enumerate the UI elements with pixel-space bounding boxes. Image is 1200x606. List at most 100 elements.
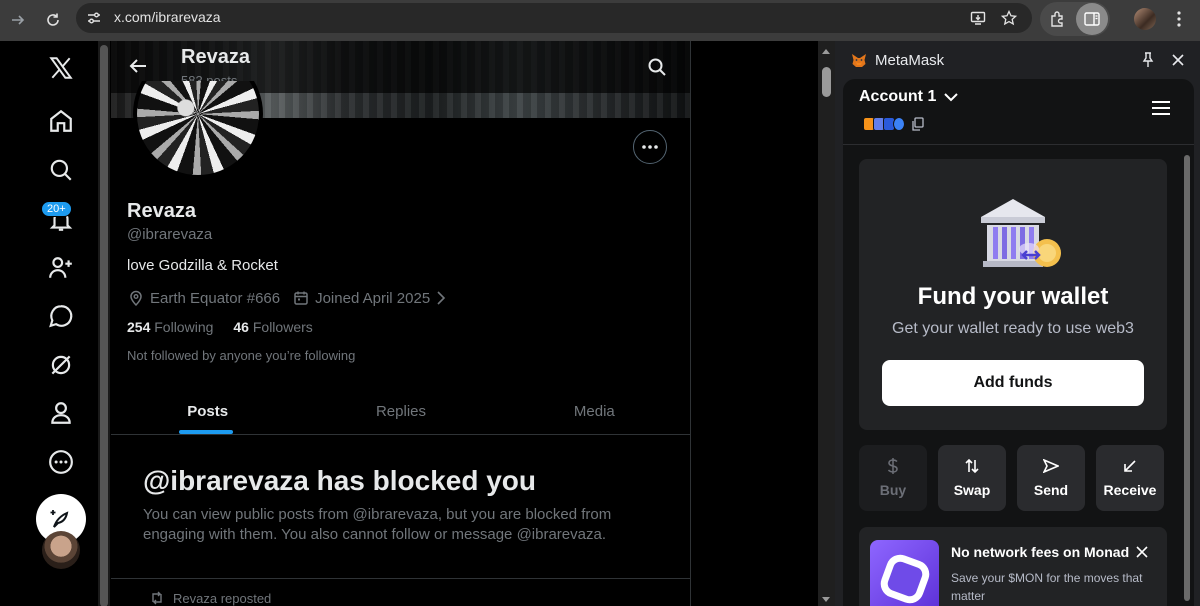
side-panel-header: MetaMask <box>835 41 1200 79</box>
profile-tabs: Posts Replies Media <box>111 389 690 435</box>
follow-stats: 254 Following 46 Followers <box>127 319 313 335</box>
profile-meta: Earth Equator #666 Joined April 2025 <box>127 288 455 308</box>
search-icon <box>648 58 666 76</box>
timeline-divider <box>111 578 690 579</box>
followers-count: 46 <box>233 319 249 335</box>
forward-button[interactable] <box>6 8 30 32</box>
tab-replies[interactable]: Replies <box>304 389 497 434</box>
bank-illustration-icon <box>981 199 1061 267</box>
tab-posts[interactable]: Posts <box>111 389 304 434</box>
not-followed-note: Not followed by anyone you’re following <box>127 348 356 363</box>
account-avatar[interactable] <box>42 531 80 569</box>
home-icon[interactable] <box>40 100 82 142</box>
x-sidebar-scrollbar[interactable] <box>98 41 110 606</box>
repost-icon <box>149 590 165 606</box>
active-tab-indicator <box>179 430 233 434</box>
promo-title: No network fees on Monad <box>951 544 1130 560</box>
repost-label[interactable]: Revaza reposted <box>173 591 271 606</box>
profile-avatar[interactable] <box>131 81 263 181</box>
send-button[interactable]: Send <box>1017 445 1085 511</box>
repost-indicator: Revaza reposted <box>149 590 271 606</box>
feather-plus-icon <box>50 510 69 528</box>
following-link[interactable]: 254 Following <box>127 319 213 335</box>
following-count: 254 <box>127 319 151 335</box>
browser-toolbar: x.com/ibrarevaza <box>0 0 1200 41</box>
followers-label: Followers <box>252 319 313 335</box>
more-options-icon[interactable] <box>40 441 82 483</box>
wallet-header: Account 1 <box>843 79 1194 145</box>
profile-handle: @ibrarevaza <box>127 226 213 243</box>
close-panel-icon[interactable] <box>1169 51 1187 69</box>
tab-media-label: Media <box>573 403 615 420</box>
blocked-message: You can view public posts from @ibrareva… <box>143 506 612 543</box>
account-name: Account 1 <box>859 88 937 105</box>
side-panel-icon[interactable] <box>1076 3 1108 35</box>
profile-display-name: Revaza <box>127 200 196 222</box>
profile-search-button[interactable] <box>645 55 669 79</box>
url-text: x.com/ibrarevaza <box>114 9 221 25</box>
pin-icon[interactable] <box>1139 51 1157 69</box>
location-pin-icon <box>127 289 145 307</box>
header-display-name: Revaza <box>181 46 250 68</box>
scroll-up-arrow-icon[interactable] <box>822 49 830 54</box>
x-logo-icon[interactable] <box>40 47 82 89</box>
address-bar[interactable]: x.com/ibrarevaza <box>76 3 1032 33</box>
buy-button[interactable]: Buy <box>859 445 927 511</box>
reload-icon <box>47 13 59 26</box>
profile-person-icon[interactable] <box>40 392 82 434</box>
tab-posts-label: Posts <box>187 403 229 420</box>
monad-logo-icon <box>870 540 939 606</box>
page-scroll-thumb[interactable] <box>822 67 831 97</box>
install-app-icon[interactable] <box>968 8 988 28</box>
metamask-fox-icon <box>852 54 866 67</box>
monad-promo-card[interactable]: No network fees on Monad Save your $MON … <box>859 527 1167 606</box>
send-icon <box>1043 458 1059 474</box>
profile-location: Earth Equator #666 <box>150 289 281 307</box>
swap-icon <box>964 458 980 474</box>
calendar-icon <box>292 289 310 307</box>
tab-replies-label: Replies <box>375 403 426 420</box>
chevron-right-icon[interactable] <box>432 289 450 307</box>
receive-icon <box>1122 458 1138 474</box>
browser-profile-avatar[interactable] <box>1134 8 1156 30</box>
account-selector[interactable]: Account 1 <box>859 88 959 106</box>
network-badge-eth-icon <box>893 117 905 131</box>
reload-button[interactable] <box>41 8 65 32</box>
promo-close-icon[interactable] <box>1133 543 1151 561</box>
fund-wallet-card: Fund your wallet Get your wallet ready t… <box>859 159 1167 430</box>
browser-menu-icon[interactable] <box>1163 3 1195 35</box>
wallet-scrollbar[interactable] <box>1183 151 1191 606</box>
blocked-title: @ibrarevaza has blocked you <box>143 465 537 496</box>
bookmark-star-icon[interactable] <box>999 8 1019 28</box>
followers-link[interactable]: 46 Followers <box>233 319 312 335</box>
swap-button[interactable]: Swap <box>938 445 1006 511</box>
promo-body: Save your $MON for the moves that matter <box>951 571 1143 603</box>
menu-hamburger-icon[interactable] <box>1151 99 1171 117</box>
page-scrollbar[interactable] <box>818 41 835 606</box>
profile-more-button[interactable] <box>633 130 667 164</box>
extensions-group <box>1040 2 1110 36</box>
ellipsis-icon <box>642 145 658 149</box>
back-arrow-icon <box>129 59 146 73</box>
notifications-badge: 20+ <box>41 201 72 217</box>
explore-search-icon[interactable] <box>40 149 82 191</box>
chevron-down-icon <box>944 90 959 104</box>
swap-label: Swap <box>953 482 991 498</box>
send-label: Send <box>1033 482 1069 498</box>
side-panel-title: MetaMask <box>875 52 945 69</box>
site-info-icon[interactable] <box>84 8 104 28</box>
extensions-puzzle-icon[interactable] <box>1042 3 1074 35</box>
messages-chat-icon[interactable] <box>40 295 82 337</box>
scroll-down-arrow-icon[interactable] <box>822 597 830 602</box>
copy-address-icon[interactable] <box>911 117 925 131</box>
buy-label: Buy <box>879 482 907 498</box>
tab-media[interactable]: Media <box>498 389 690 434</box>
communities-people-icon[interactable] <box>40 247 82 289</box>
fund-subtitle: Get your wallet ready to use web3 <box>892 320 1134 337</box>
network-badges[interactable] <box>863 117 925 131</box>
add-funds-button[interactable]: Add funds <box>882 360 1144 406</box>
following-label: Following <box>154 319 214 335</box>
grok-icon[interactable] <box>40 344 82 386</box>
back-button[interactable] <box>125 53 151 79</box>
receive-button[interactable]: Receive <box>1096 445 1164 511</box>
